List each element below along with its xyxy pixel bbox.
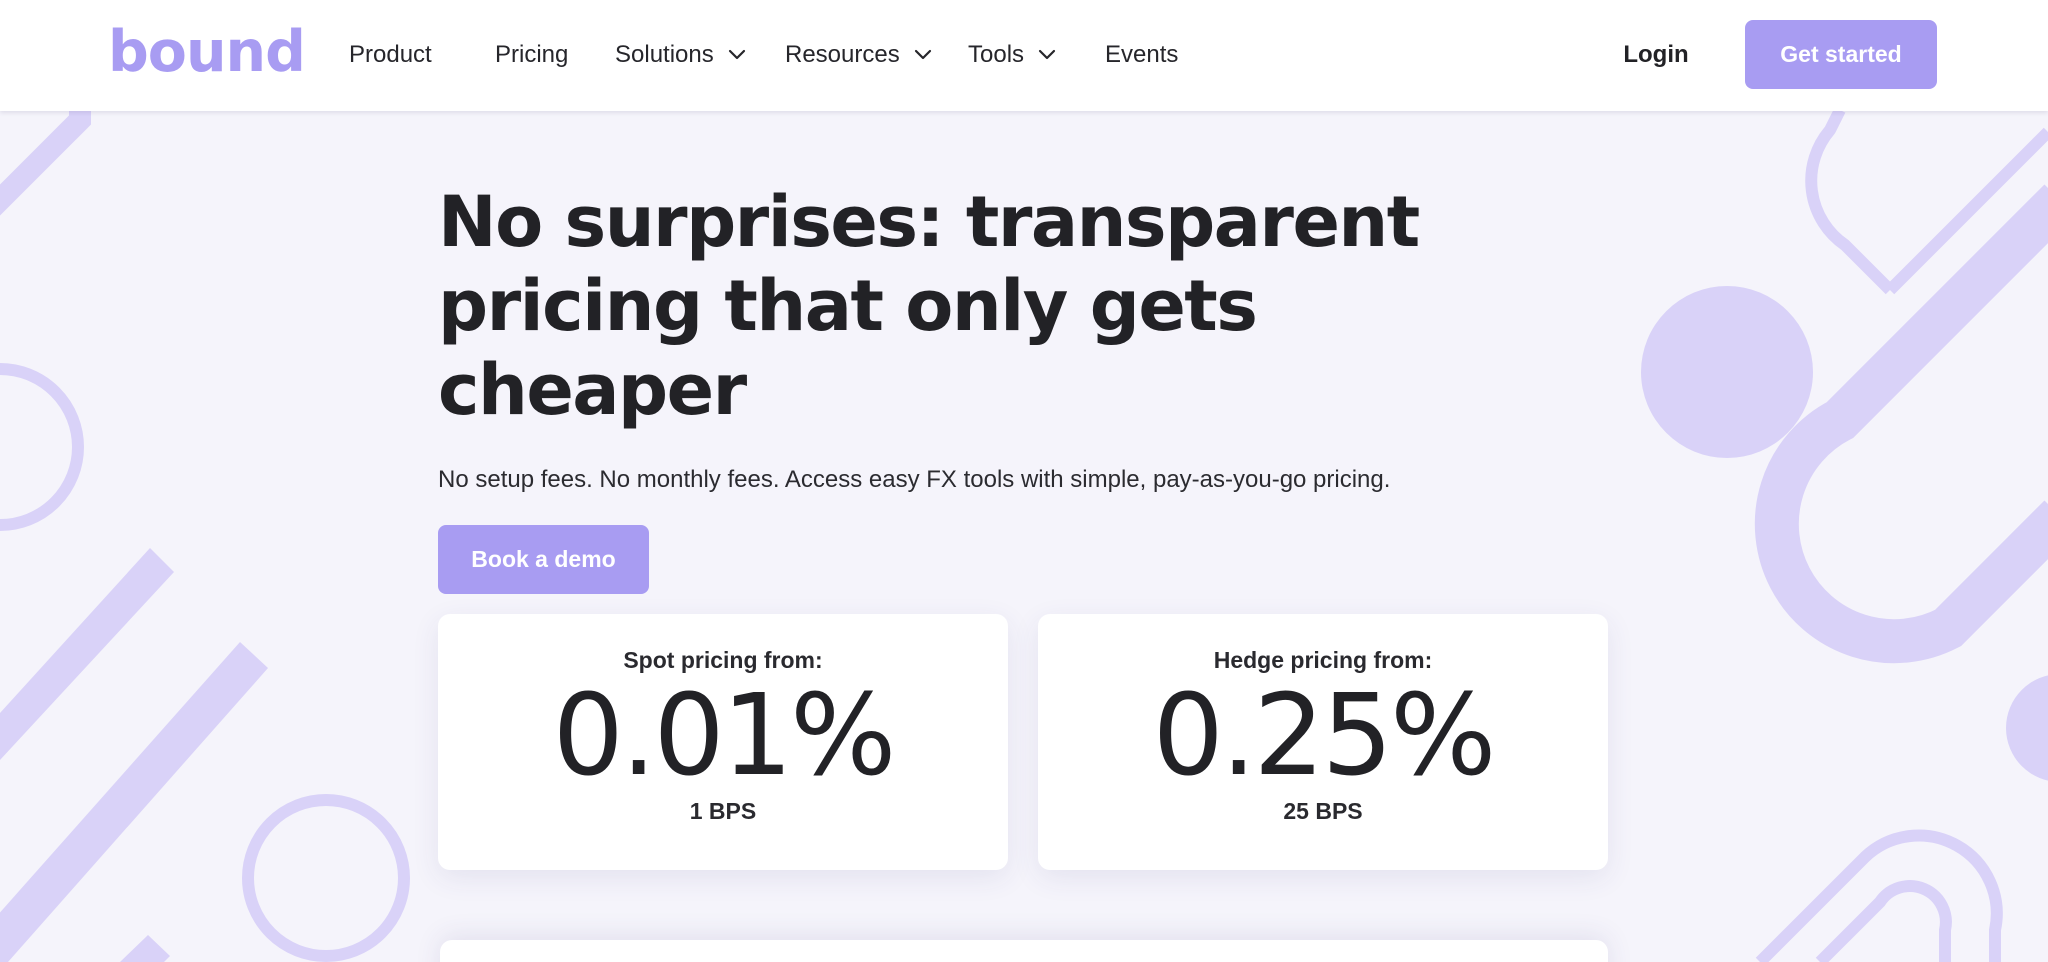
title-line-1: No surprises: transparent bbox=[438, 181, 1420, 263]
page-title: No surprises: transparent pricing that o… bbox=[438, 180, 1438, 432]
book-demo-button[interactable]: Book a demo bbox=[438, 525, 649, 594]
nav-item-label: Events bbox=[1105, 41, 1179, 68]
pricing-page: bound Product Pricing Solutions Resource… bbox=[0, 0, 2048, 962]
title-line-2: pricing that only gets cheaper bbox=[438, 265, 1258, 431]
nav-item-pricing[interactable]: Pricing bbox=[495, 35, 568, 75]
pricing-card-value: 0.01% bbox=[552, 671, 897, 801]
nav-item-events[interactable]: Events bbox=[1105, 35, 1178, 75]
chevron-down-icon bbox=[1038, 49, 1056, 60]
nav-item-label: Tools bbox=[968, 41, 1025, 68]
get-started-button[interactable]: Get started bbox=[1745, 20, 1937, 89]
nav-item-tools[interactable]: Tools bbox=[968, 35, 1056, 75]
decor-ring-bottom-left bbox=[242, 794, 410, 962]
hero-subtitle: No setup fees. No monthly fees. Access e… bbox=[438, 466, 1391, 493]
chevron-down-icon bbox=[914, 49, 931, 60]
spot-pricing-card: Spot pricing from: 0.01% 1 BPS bbox=[438, 614, 1008, 870]
pricing-card-label: Spot pricing from: bbox=[623, 647, 823, 673]
decor-loop-top-left bbox=[0, 89, 91, 216]
nav-item-product[interactable]: Product bbox=[349, 35, 432, 75]
bound-logo[interactable]: bound bbox=[108, 22, 306, 82]
nav-item-label: Solutions bbox=[615, 41, 714, 68]
nav-item-resources[interactable]: Resources bbox=[785, 35, 932, 75]
nav-item-label: Pricing bbox=[495, 41, 569, 68]
hedge-pricing-card: Hedge pricing from: 0.25% 25 BPS bbox=[1038, 614, 1608, 870]
nav-item-label: Product bbox=[349, 41, 432, 68]
decor-ring-left bbox=[0, 363, 84, 531]
pricing-card-label: Hedge pricing from: bbox=[1213, 647, 1433, 673]
decor-circle-right bbox=[1641, 286, 1813, 458]
login-link[interactable]: Login bbox=[1600, 35, 1712, 75]
decor-loop-bottom-right-inner bbox=[1815, 880, 1952, 962]
decor-bar-left-1 bbox=[0, 548, 174, 760]
decor-circle-right-edge bbox=[2006, 675, 2048, 781]
pricing-card-bps: 25 BPS bbox=[1283, 798, 1363, 824]
pricing-card-bps: 1 BPS bbox=[689, 798, 757, 824]
pricing-card-value: 0.25% bbox=[1152, 671, 1497, 801]
decor-bar-left-3 bbox=[120, 935, 170, 962]
nav-item-solutions[interactable]: Solutions bbox=[615, 35, 746, 75]
nav-item-label: Resources bbox=[785, 41, 900, 68]
top-navigation-bar: bound Product Pricing Solutions Resource… bbox=[0, 0, 2048, 111]
hero-section: No surprises: transparent pricing that o… bbox=[438, 180, 1438, 594]
chevron-down-icon bbox=[728, 49, 745, 60]
next-section-card bbox=[440, 940, 1608, 962]
